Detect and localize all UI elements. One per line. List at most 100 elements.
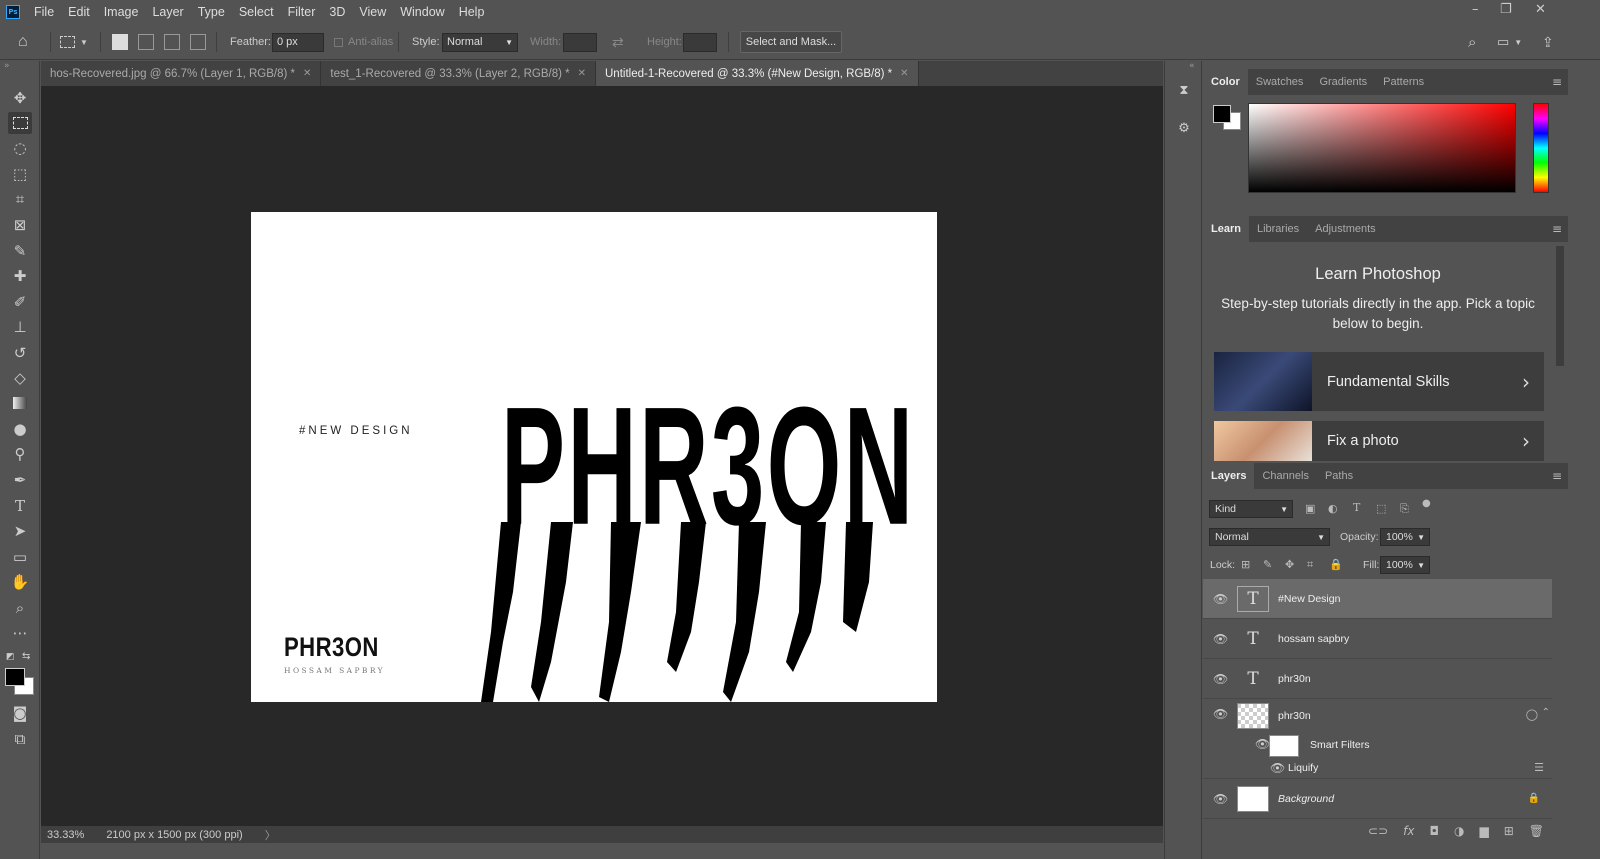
object-selection-tool-icon[interactable]: ⬚ xyxy=(8,163,32,185)
color-fg-swatch[interactable] xyxy=(1213,105,1231,123)
visibility-eye-icon[interactable]: 👁 xyxy=(1213,707,1228,721)
liquify-filter-label[interactable]: Liquify xyxy=(1288,762,1318,774)
frame-tool-icon[interactable]: ⊠ xyxy=(8,214,32,236)
lock-position-icon[interactable]: ✥ xyxy=(1285,558,1294,571)
hue-slider[interactable] xyxy=(1533,103,1549,193)
visibility-eye-icon[interactable]: 👁 xyxy=(1213,632,1228,646)
collapse-toolbar-icon[interactable]: » xyxy=(4,61,10,71)
learn-card-fix-photo[interactable]: Fix a photo › xyxy=(1214,421,1544,461)
tab-learn[interactable]: Learn xyxy=(1203,216,1249,242)
layer-row-background[interactable]: 👁 Background 🔒 xyxy=(1203,779,1552,819)
menu-type[interactable]: Type xyxy=(198,5,225,19)
delete-layer-icon[interactable]: 🗑 xyxy=(1529,824,1544,838)
intersect-selection-icon[interactable] xyxy=(190,34,206,50)
lock-artboard-icon[interactable]: ⌗ xyxy=(1307,558,1313,572)
collapse-panels-icon[interactable]: « xyxy=(1189,61,1195,71)
lasso-tool-icon[interactable]: ◌ xyxy=(8,137,32,159)
panel-menu-icon[interactable]: ≡ xyxy=(1552,222,1562,236)
tab-paths[interactable]: Paths xyxy=(1317,463,1361,489)
visibility-eye-icon[interactable]: 👁 xyxy=(1255,737,1270,751)
gradient-tool-icon[interactable] xyxy=(8,392,32,414)
tab-gradients[interactable]: Gradients xyxy=(1311,69,1375,95)
visibility-eye-icon[interactable]: 👁 xyxy=(1270,761,1285,775)
fx-icon[interactable]: fx xyxy=(1403,824,1414,838)
dodge-tool-icon[interactable]: ⚲ xyxy=(8,443,32,465)
marquee-tool-icon[interactable] xyxy=(8,112,32,134)
add-selection-icon[interactable] xyxy=(138,34,154,50)
swap-colors-icon[interactable]: ⇆ xyxy=(22,651,30,662)
filter-shape-icon[interactable]: ⬚ xyxy=(1376,502,1386,515)
more-tools-icon[interactable]: ⋯ xyxy=(8,622,32,644)
swap-icon[interactable]: ⇄ xyxy=(612,24,624,60)
add-mask-icon[interactable]: ◘ xyxy=(1429,824,1439,838)
close-tab-icon[interactable]: ✕ xyxy=(578,68,586,79)
eraser-tool-icon[interactable]: ◇ xyxy=(8,367,32,389)
filter-mask-thumbnail[interactable] xyxy=(1269,735,1299,757)
adjustment-layer-icon[interactable]: ◑ xyxy=(1454,824,1464,838)
blur-tool-icon[interactable]: ● xyxy=(8,418,32,440)
tab-layers[interactable]: Layers xyxy=(1203,463,1255,489)
tab-patterns[interactable]: Patterns xyxy=(1375,69,1432,95)
home-icon[interactable]: ⌂ xyxy=(18,24,28,60)
tab-libraries[interactable]: Libraries xyxy=(1249,216,1307,242)
search-icon[interactable]: ⌕ xyxy=(1468,24,1476,60)
lock-all-icon[interactable]: 🔒 xyxy=(1329,558,1343,571)
layer-row-smart-object[interactable]: 👁 phr30n ◯ ⌃ 👁 Smart Filters 👁 Liquify ☰ xyxy=(1203,699,1552,779)
lock-transparent-icon[interactable]: ⊞ xyxy=(1241,558,1250,571)
visibility-eye-icon[interactable]: 👁 xyxy=(1213,792,1228,806)
layer-row[interactable]: 👁 T #New Design xyxy=(1203,579,1552,619)
quick-mask-icon[interactable]: ◙ xyxy=(8,702,32,724)
filter-smart-object-icon[interactable]: ⎘ xyxy=(1400,502,1409,516)
chevron-right-icon[interactable]: 〉 xyxy=(265,827,276,843)
blend-mode-select[interactable]: Normal ▼ xyxy=(1209,528,1330,546)
width-input[interactable] xyxy=(563,32,597,52)
new-selection-icon[interactable] xyxy=(112,34,128,50)
panel-menu-icon[interactable]: ≡ xyxy=(1552,75,1562,89)
tab-channels[interactable]: Channels xyxy=(1254,463,1316,489)
layer-name[interactable]: phr30n xyxy=(1278,673,1311,685)
properties-panel-icon[interactable]: ⚙ xyxy=(1175,119,1193,137)
tab-swatches[interactable]: Swatches xyxy=(1248,69,1312,95)
layer-kind-filter[interactable]: Kind ▼ xyxy=(1209,500,1293,518)
history-brush-tool-icon[interactable]: ↺ xyxy=(8,342,32,364)
visibility-eye-icon[interactable]: 👁 xyxy=(1213,592,1228,606)
filter-pixel-icon[interactable]: ▣ xyxy=(1305,502,1315,515)
restore-icon[interactable]: ❐ xyxy=(1500,2,1512,17)
opacity-input[interactable]: 100% ▼ xyxy=(1380,528,1430,546)
healing-brush-tool-icon[interactable]: ✚ xyxy=(8,265,32,287)
layer-name[interactable]: Background xyxy=(1278,793,1334,805)
document-canvas[interactable]: #NEW DESIGN PHR3ON HOSSAM SAPBRY PHR3ON xyxy=(251,212,937,702)
document-tab[interactable]: hos-Recovered.jpg @ 66.7% (Layer 1, RGB/… xyxy=(41,61,322,86)
minimize-icon[interactable]: – xyxy=(1472,2,1479,17)
fill-input[interactable]: 100% ▼ xyxy=(1380,556,1430,574)
menu-select[interactable]: Select xyxy=(239,5,274,19)
filter-adjustment-icon[interactable]: ◐ xyxy=(1328,502,1338,515)
workspace-icon[interactable]: ▭ ▼ xyxy=(1497,24,1522,60)
clone-stamp-tool-icon[interactable]: ⊥ xyxy=(8,316,32,338)
menu-window[interactable]: Window xyxy=(400,5,444,19)
select-and-mask-button[interactable]: Select and Mask... xyxy=(740,31,842,53)
zoom-level[interactable]: 33.33% xyxy=(47,829,84,841)
share-icon[interactable]: ⇪ xyxy=(1542,24,1554,60)
marquee-preset-icon[interactable]: ▼ xyxy=(60,24,88,60)
history-panel-icon[interactable]: ⧗ xyxy=(1175,81,1193,99)
link-layers-icon[interactable]: ⊂⊃ xyxy=(1368,824,1388,838)
lock-paint-icon[interactable]: ✎ xyxy=(1263,558,1272,571)
path-selection-tool-icon[interactable]: ➤ xyxy=(8,520,32,542)
screen-mode-icon[interactable]: ⧉ xyxy=(8,728,32,750)
close-tab-icon[interactable]: ✕ xyxy=(303,68,311,79)
menu-filter[interactable]: Filter xyxy=(288,5,316,19)
document-tab[interactable]: test_1-Recovered @ 33.3% (Layer 2, RGB/8… xyxy=(321,61,596,86)
layer-row[interactable]: 👁 T hossam sapbry xyxy=(1203,619,1552,659)
feather-input[interactable]: 0 px xyxy=(272,32,324,52)
tab-color[interactable]: Color xyxy=(1203,69,1248,95)
menu-help[interactable]: Help xyxy=(459,5,485,19)
layer-row[interactable]: 👁 T phr30n xyxy=(1203,659,1552,699)
menu-image[interactable]: Image xyxy=(104,5,139,19)
zoom-tool-icon[interactable]: ⌕ xyxy=(8,597,32,619)
menu-layer[interactable]: Layer xyxy=(152,5,183,19)
style-select[interactable]: Normal ▼ xyxy=(442,32,518,52)
menu-3d[interactable]: 3D xyxy=(329,5,345,19)
close-tab-icon[interactable]: ✕ xyxy=(900,68,908,79)
menu-file[interactable]: File xyxy=(34,5,54,19)
